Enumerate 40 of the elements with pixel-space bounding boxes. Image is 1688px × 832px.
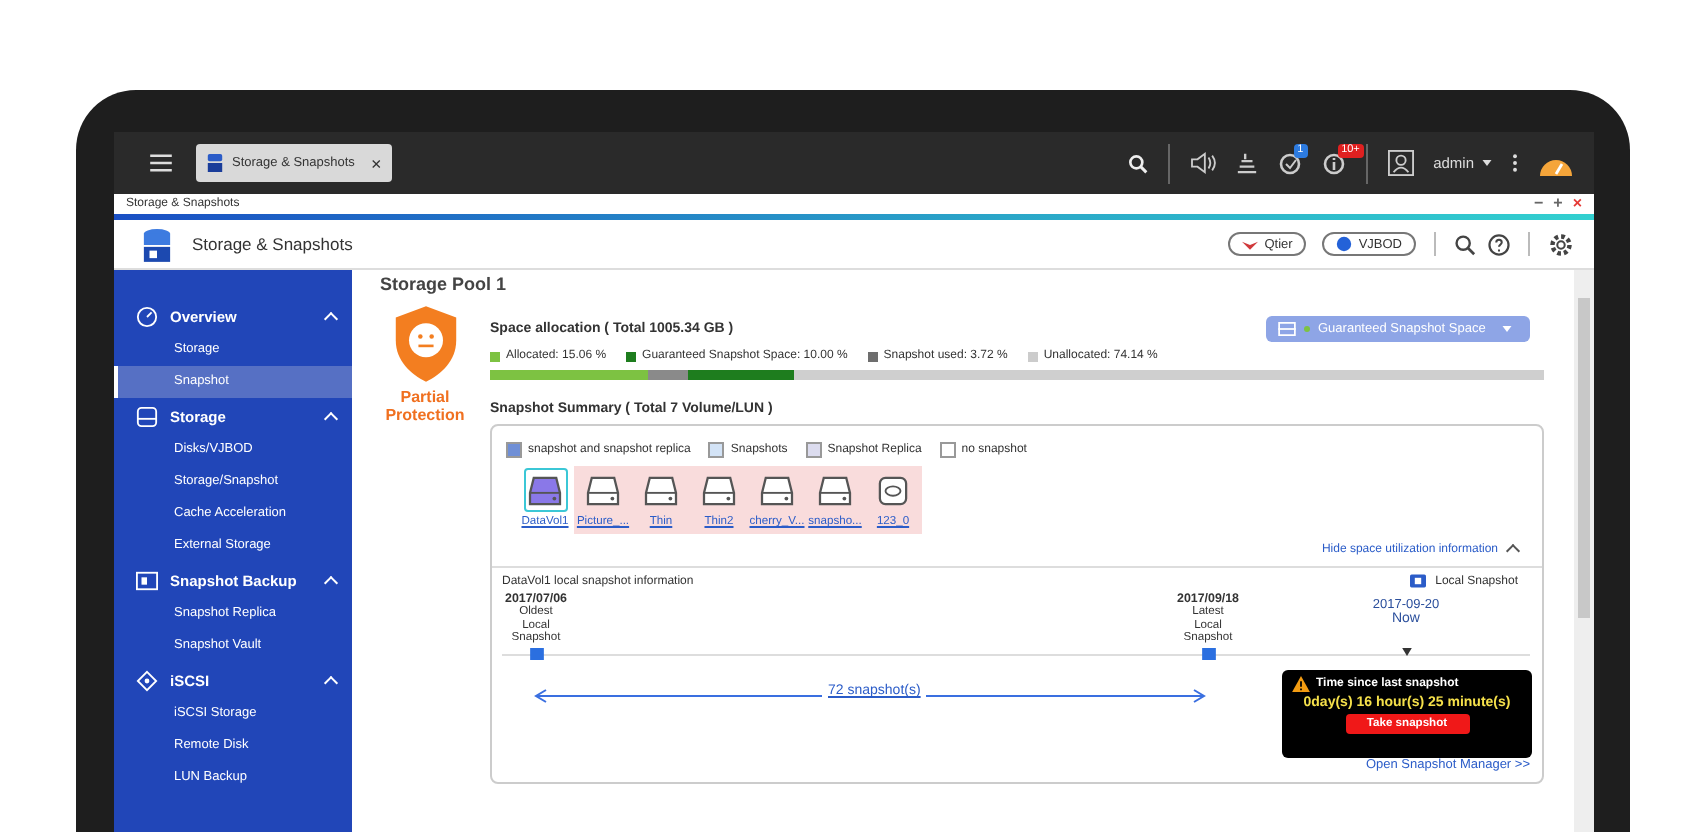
drive-icon [644,475,678,505]
info-icon[interactable] [1321,151,1346,175]
storage-app-icon [206,154,224,172]
pool-title: Storage Pool 1 [380,274,509,294]
user-icon[interactable] [1387,150,1414,176]
snapshot-marker-icon [529,647,543,659]
menu-icon[interactable] [150,154,172,172]
vjbod-icon [1336,236,1353,252]
speaker-icon[interactable] [1189,152,1216,174]
window-control-button[interactable]: + [1553,194,1563,214]
qtier-icon [1242,237,1259,251]
storage-app-icon [142,227,172,261]
help-icon[interactable] [1488,233,1510,255]
caret-icon [1482,160,1492,166]
warning-icon [1292,676,1310,692]
app-title: Storage & Snapshots [192,234,353,254]
settings-icon[interactable] [1548,231,1574,257]
drive-icon [818,475,852,505]
stack-icon[interactable] [1235,152,1258,174]
search-icon[interactable] [1454,233,1476,255]
window-control-button[interactable]: − [1533,194,1544,214]
drive-icon [760,475,794,505]
triangle-marker-icon [1401,648,1411,656]
list-icon [1278,321,1296,335]
task-icon[interactable] [1277,151,1302,175]
close-button[interactable]: × [370,153,382,173]
search-icon[interactable] [1127,153,1148,173]
drive-icon [702,475,736,505]
snapshot-icon [1409,574,1426,588]
window-control-button[interactable]: × [1572,194,1582,214]
snapshot-marker-icon [1201,647,1215,659]
cylinder-icon [878,475,908,505]
gauge-icon [136,305,158,327]
drive-icon [528,475,562,505]
more-icon[interactable] [1512,152,1518,174]
shield-face-icon [391,304,459,384]
protection-status: Partial Protection [383,388,467,424]
drive-icon [586,475,620,505]
scrollbar[interactable] [1574,270,1594,832]
caret-icon [1501,325,1512,331]
